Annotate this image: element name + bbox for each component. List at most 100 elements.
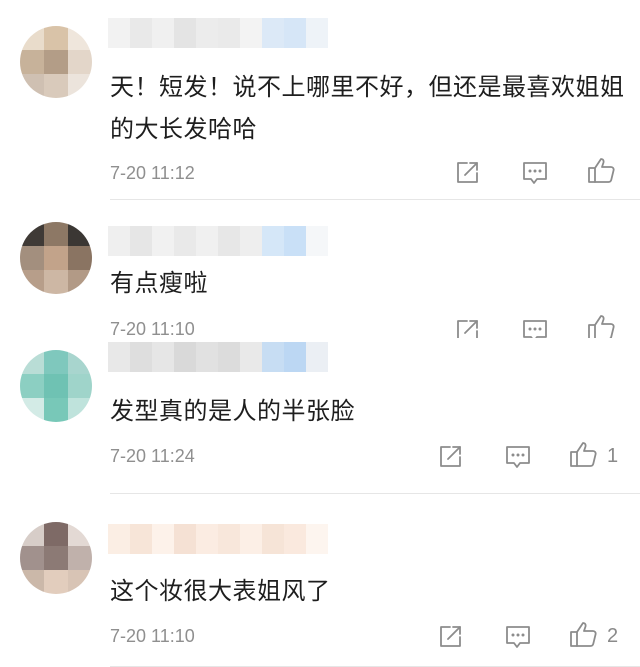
like-button[interactable] xyxy=(587,156,625,188)
username-mosaic-block xyxy=(152,226,174,256)
username-blurred[interactable] xyxy=(108,226,328,256)
username-mosaic-block xyxy=(240,342,262,372)
username-mosaic-block xyxy=(240,226,262,256)
comment-item: 有点瘦啦 7-20 11:10 xyxy=(0,200,640,338)
share-button[interactable] xyxy=(452,316,482,338)
reply-button[interactable] xyxy=(503,622,533,652)
thumbs-up-icon xyxy=(569,620,599,652)
username-mosaic-block xyxy=(108,18,130,48)
comment-item: 天！短发！说不上哪里不好，但还是最喜欢姐姐的大长发哈哈 7-20 11:12 xyxy=(0,0,640,200)
username-mosaic-block xyxy=(240,524,262,554)
avatar-mosaic-block xyxy=(44,26,68,50)
like-count: 1 xyxy=(607,444,619,467)
username-mosaic-block xyxy=(218,524,240,554)
comment-timestamp: 7-20 11:10 xyxy=(110,319,195,338)
username-mosaic-block xyxy=(262,524,284,554)
reply-button[interactable] xyxy=(520,316,550,338)
avatar-mosaic-block xyxy=(44,270,68,294)
avatar-mosaic-block xyxy=(44,398,68,422)
share-button[interactable] xyxy=(435,442,465,472)
comment-timestamp: 7-20 11:24 xyxy=(110,446,195,466)
reply-button[interactable] xyxy=(520,158,550,188)
like-button[interactable]: 2 xyxy=(569,620,618,652)
share-icon xyxy=(437,444,463,470)
avatar-mosaic-block xyxy=(44,222,68,246)
username-mosaic-block xyxy=(240,18,262,48)
username-mosaic-block xyxy=(218,18,240,48)
avatar-mosaic-block xyxy=(20,398,44,422)
share-button[interactable] xyxy=(435,622,465,652)
avatar-mosaic-block xyxy=(68,26,92,50)
avatar-mosaic-block xyxy=(68,570,92,594)
username-mosaic-block xyxy=(306,18,328,48)
avatar[interactable] xyxy=(20,26,92,98)
avatar-mosaic-block xyxy=(44,374,68,398)
username-mosaic-block xyxy=(130,18,152,48)
avatar-mosaic-block xyxy=(20,374,44,398)
username-mosaic-block xyxy=(152,342,174,372)
comment-text: 这个妆很大表姐风了 xyxy=(110,577,331,605)
username-blurred[interactable] xyxy=(108,18,328,48)
avatar[interactable] xyxy=(20,350,92,422)
like-button[interactable] xyxy=(587,313,625,338)
username-mosaic-block xyxy=(152,524,174,554)
like-button[interactable]: 1 xyxy=(569,440,618,472)
username-mosaic-block xyxy=(130,342,152,372)
username-mosaic-block xyxy=(284,18,306,48)
username-mosaic-block xyxy=(284,524,306,554)
username-mosaic-block xyxy=(262,18,284,48)
username-mosaic-block xyxy=(306,342,328,372)
username-mosaic-block xyxy=(284,226,306,256)
username-mosaic-block xyxy=(196,226,218,256)
like-count: 2 xyxy=(607,624,619,647)
username-mosaic-block xyxy=(262,226,284,256)
username-mosaic-block xyxy=(108,226,130,256)
reply-icon xyxy=(504,624,532,650)
username-blurred[interactable] xyxy=(108,524,328,554)
comment-item: 这个妆很大表姐风了 7-20 11:10 2 xyxy=(0,498,640,667)
username-mosaic-block xyxy=(196,18,218,48)
avatar-mosaic-block xyxy=(44,570,68,594)
username-mosaic-block xyxy=(218,226,240,256)
avatar-mosaic-block xyxy=(68,546,92,570)
avatar-mosaic-block xyxy=(44,74,68,98)
avatar-mosaic-block xyxy=(68,222,92,246)
avatar-mosaic-block xyxy=(44,50,68,74)
share-icon xyxy=(454,160,480,186)
avatar-mosaic-block xyxy=(20,350,44,374)
username-mosaic-block xyxy=(130,524,152,554)
reply-button[interactable] xyxy=(503,442,533,472)
avatar-mosaic-block xyxy=(68,246,92,270)
username-mosaic-block xyxy=(196,524,218,554)
username-mosaic-block xyxy=(174,342,196,372)
comment-timestamp: 7-20 11:10 xyxy=(110,626,195,646)
avatar-mosaic-block xyxy=(20,26,44,50)
reply-icon xyxy=(504,444,532,470)
avatar-mosaic-block xyxy=(20,522,44,546)
avatar[interactable] xyxy=(20,222,92,294)
avatar-mosaic-block xyxy=(44,522,68,546)
avatar-mosaic-block xyxy=(68,270,92,294)
username-mosaic-block xyxy=(130,226,152,256)
avatar-mosaic-block xyxy=(68,50,92,74)
thumbs-up-icon xyxy=(587,156,617,188)
reply-icon xyxy=(521,318,549,338)
comment-timestamp: 7-20 11:12 xyxy=(110,163,195,183)
avatar-mosaic-block xyxy=(20,546,44,570)
username-mosaic-block xyxy=(196,342,218,372)
avatar[interactable] xyxy=(20,522,92,594)
avatar-mosaic-block xyxy=(20,270,44,294)
avatar-mosaic-block xyxy=(44,350,68,374)
share-button[interactable] xyxy=(452,158,482,188)
username-mosaic-block xyxy=(218,342,240,372)
comment-text: 有点瘦啦 xyxy=(110,269,208,297)
avatar-mosaic-block xyxy=(20,74,44,98)
comment-item: 发型真的是人的半张脸 7-20 11:24 1 xyxy=(0,338,640,498)
avatar-mosaic-block xyxy=(20,50,44,74)
avatar-mosaic-block xyxy=(44,546,68,570)
username-blurred[interactable] xyxy=(108,342,328,372)
avatar-mosaic-block xyxy=(68,374,92,398)
comment-text: 发型真的是人的半张脸 xyxy=(110,397,355,425)
share-icon xyxy=(437,624,463,650)
username-mosaic-block xyxy=(108,342,130,372)
